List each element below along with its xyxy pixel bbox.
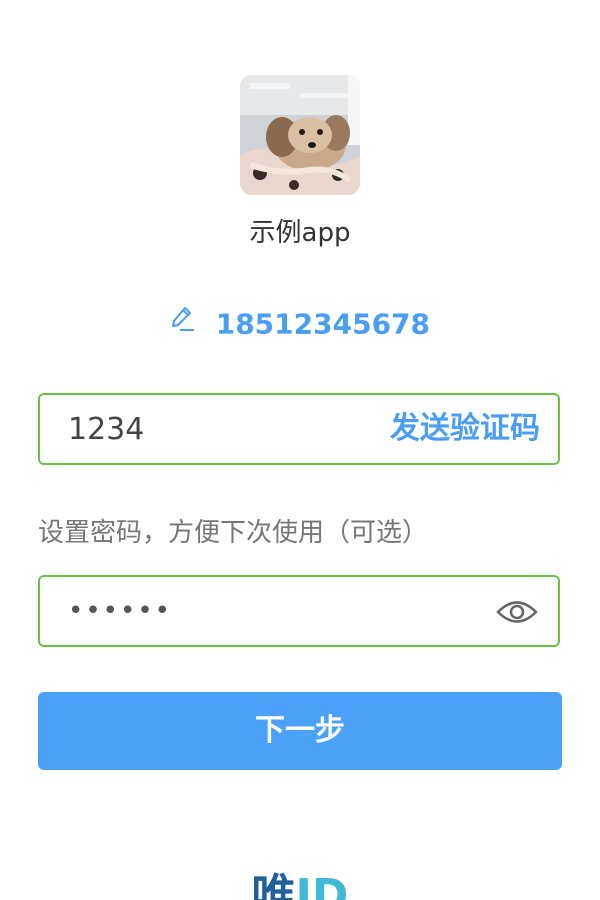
password-input[interactable]	[68, 577, 468, 645]
phone-number-row[interactable]: 18512345678	[0, 306, 600, 342]
app-name: 示例app	[249, 218, 351, 248]
password-hint: 设置密码，方便下次使用（可选）	[38, 518, 429, 548]
verification-code-input[interactable]	[68, 395, 368, 463]
send-code-button[interactable]: 发送验证码	[390, 395, 540, 463]
eye-icon[interactable]	[496, 597, 538, 627]
login-page: 示例app 18512345678 发送验证码 设置密码，方便下次使用（可选） …	[0, 0, 600, 900]
pencil-icon	[170, 305, 196, 340]
app-logo	[240, 75, 360, 195]
verification-code-field: 发送验证码	[38, 393, 560, 465]
next-button[interactable]: 下一步	[38, 692, 562, 770]
phone-number: 18512345678	[215, 307, 431, 341]
brand-part2: ID	[295, 870, 349, 900]
brand-logo: 唯ID	[0, 866, 600, 900]
password-field	[38, 575, 560, 647]
brand-part1: 唯	[251, 870, 296, 900]
